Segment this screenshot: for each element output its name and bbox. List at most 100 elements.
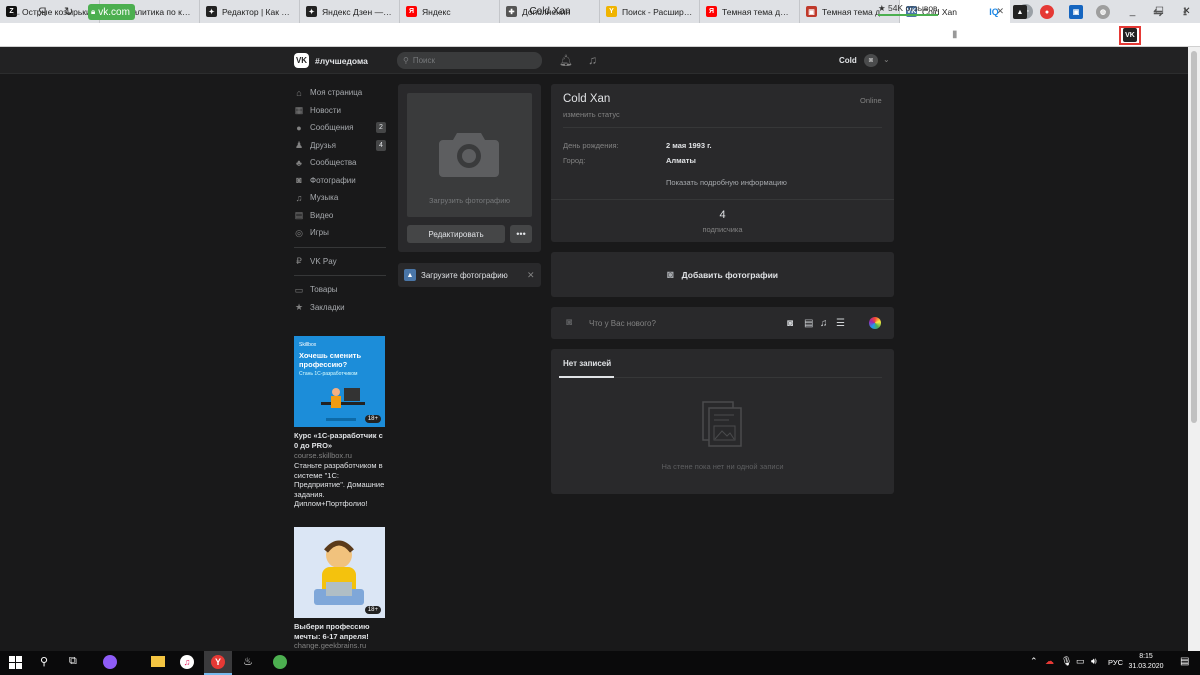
menu-item-label: Друзья bbox=[310, 140, 336, 150]
extension-dark-icon[interactable]: ▲ bbox=[1013, 5, 1027, 19]
menu-item-label: Музыка bbox=[310, 193, 339, 203]
back-icon[interactable]: ← bbox=[10, 5, 22, 19]
vk-hashtag[interactable]: #лучшедома bbox=[315, 56, 368, 66]
globe-icon[interactable]: ◍ bbox=[1096, 5, 1110, 19]
menu-item-communities[interactable]: ♣ Сообщества bbox=[294, 154, 386, 172]
steam-icon[interactable]: ♨ bbox=[243, 655, 253, 668]
translate-icon[interactable]: ⇋ bbox=[1151, 5, 1165, 19]
menu-item-label: Закладки bbox=[310, 302, 345, 312]
attach-video-icon[interactable]: ▤ bbox=[804, 318, 813, 329]
menu-item-label: Сообщества bbox=[310, 158, 357, 168]
chevron-down-icon[interactable]: ⌄ bbox=[883, 55, 890, 64]
extension-blue-icon[interactable]: ▣ bbox=[1069, 5, 1083, 19]
color-palette-icon[interactable] bbox=[869, 317, 881, 329]
task-view-icon[interactable]: ⧉ bbox=[69, 655, 77, 668]
vk-extension-icon[interactable]: VK bbox=[1123, 28, 1137, 42]
music-player-icon[interactable]: ♫ bbox=[588, 53, 597, 67]
tab-no-posts[interactable]: Нет записей bbox=[563, 359, 611, 368]
ad-domain[interactable]: course.skillbox.ru bbox=[294, 451, 386, 461]
notifications-icon[interactable]: ▤ bbox=[1180, 656, 1189, 667]
close-icon[interactable]: ✕ bbox=[527, 270, 535, 281]
app-globe-icon[interactable] bbox=[273, 655, 287, 669]
photos-icon: ◙ bbox=[296, 175, 302, 186]
user-menu-name[interactable]: Cold bbox=[839, 56, 857, 65]
file-explorer-icon[interactable] bbox=[151, 656, 165, 667]
menu-item-games[interactable]: ◎ Игры bbox=[294, 224, 386, 242]
avatar[interactable]: ◙ bbox=[864, 54, 878, 67]
ad-description[interactable]: Станьте разработчиком в системе "1С: Пре… bbox=[294, 461, 386, 509]
add-photos-card[interactable]: ◙ Добавить фотографии bbox=[551, 252, 894, 297]
vk-logo[interactable]: VK bbox=[294, 53, 309, 68]
tab-3[interactable]: ✦ Яндекс Дзен — пер bbox=[300, 0, 400, 23]
tab-6[interactable]: Y Поиск - Расширени bbox=[600, 0, 700, 23]
microphone-icon[interactable]: 🎙︎ bbox=[1061, 656, 1072, 667]
menu-item-friends[interactable]: ♟ Друзья 4 bbox=[294, 137, 386, 155]
volume-icon[interactable]: 🔊︎ bbox=[1091, 656, 1097, 667]
subscribers-count[interactable]: 4 bbox=[551, 209, 894, 221]
upload-photo-label: Загрузить фотографию bbox=[428, 196, 511, 205]
download-icon[interactable]: ⭳ bbox=[1178, 5, 1192, 19]
itunes-icon[interactable]: ♫ bbox=[180, 655, 194, 669]
windows-start-icon[interactable] bbox=[9, 656, 22, 669]
language-indicator[interactable]: РУС bbox=[1108, 658, 1123, 667]
menu-item-video[interactable]: ▤ Видео bbox=[294, 207, 386, 225]
attach-music-icon[interactable]: ♫ bbox=[820, 318, 828, 329]
subscribers-label[interactable]: подписчика bbox=[551, 225, 894, 234]
change-status-link[interactable]: изменить статус bbox=[563, 110, 620, 119]
more-actions-button[interactable]: ••• bbox=[510, 225, 532, 243]
record-extension-icon[interactable]: ● bbox=[1040, 5, 1054, 19]
attach-text-icon[interactable]: ☰ bbox=[836, 318, 845, 329]
menu-item-label: Сообщения bbox=[310, 123, 354, 133]
iq-extension-icon[interactable]: IQ bbox=[986, 5, 1002, 19]
bookmark-icon[interactable]: ▮ bbox=[952, 29, 958, 40]
home-icon: ⌂ bbox=[296, 87, 302, 98]
ad-title[interactable]: Выбери профессию мечты: 6-17 апреля! bbox=[294, 622, 386, 641]
menu-item-label: Видео bbox=[310, 210, 334, 220]
url-field[interactable]: 🔒︎ vk.com bbox=[88, 4, 135, 20]
search-input[interactable] bbox=[412, 56, 533, 65]
tab-4[interactable]: Я Яндекс bbox=[400, 0, 500, 23]
menu-item-bookmarks[interactable]: ★ Закладки bbox=[294, 299, 386, 317]
tab-2[interactable]: ✦ Редактор | Как сде bbox=[200, 0, 300, 23]
city-value[interactable]: Алматы bbox=[666, 156, 696, 165]
menu-count-badge: 2 bbox=[376, 122, 386, 133]
menu-item-photos[interactable]: ◙ Фотографии bbox=[294, 172, 386, 190]
minimize-button[interactable]: _ bbox=[1119, 0, 1146, 23]
ad-image-skillbox[interactable]: Skillbox Хочешь сменить профессию? Стань… bbox=[294, 336, 385, 427]
menu-item-goods[interactable]: ▭ Товары bbox=[294, 281, 386, 299]
ad-domain[interactable]: change.geekbrains.ru bbox=[294, 641, 386, 651]
attach-photo-icon[interactable]: ◙ bbox=[787, 318, 793, 329]
birthday-value[interactable]: 2 мая 1993 г. bbox=[666, 141, 712, 150]
friends-icon: ♟ bbox=[294, 140, 304, 151]
vk-search[interactable]: ⚲ bbox=[397, 52, 542, 69]
reload-icon[interactable]: ↻ bbox=[64, 5, 73, 19]
clock-date[interactable]: 31.03.2020 bbox=[1126, 663, 1166, 670]
menu-divider bbox=[294, 246, 386, 248]
alice-icon[interactable] bbox=[103, 655, 117, 669]
communities-icon: ♣ bbox=[296, 157, 302, 168]
show-more-info-link[interactable]: Показать подробную информацию bbox=[666, 178, 787, 187]
post-input[interactable]: Что у Вас нового? bbox=[589, 319, 656, 328]
upload-photo-banner[interactable]: ▲ Загрузите фотографию bbox=[398, 263, 541, 287]
network-icon[interactable]: ▭ bbox=[1076, 656, 1085, 667]
menu-item-music[interactable]: ♫ Музыка bbox=[294, 189, 386, 207]
menu-item-news[interactable]: ▦ Новости bbox=[294, 102, 386, 120]
taskbar-yandex-active[interactable]: Y bbox=[204, 651, 232, 675]
bell-icon[interactable]: 🔔︎ bbox=[559, 54, 573, 67]
scrollbar-thumb[interactable] bbox=[1191, 51, 1197, 423]
edit-profile-button[interactable]: Редактировать bbox=[407, 225, 505, 243]
yandex-logo-icon[interactable]: Я bbox=[38, 5, 47, 19]
scrollbar[interactable] bbox=[1188, 47, 1200, 651]
taskbar-search-icon[interactable]: ⚲ bbox=[40, 655, 48, 668]
ad-image-geekbrains[interactable]: 18+ bbox=[294, 527, 385, 618]
menu-item-vkpay[interactable]: ₽ VK Pay bbox=[294, 253, 386, 271]
tab-7[interactable]: Я Темная тема для В bbox=[700, 0, 800, 23]
reviews-badge[interactable]: ★ 54K отзывов bbox=[878, 3, 938, 16]
tray-chevron-icon[interactable]: ⌃ bbox=[1030, 656, 1038, 667]
clock-time[interactable]: 8:15 bbox=[1126, 653, 1166, 660]
menu-item-home[interactable]: ⌂ Моя страница bbox=[294, 84, 386, 102]
yandex-browser-icon: Y bbox=[606, 6, 617, 17]
ad-title[interactable]: Курс «1С-разработчик с 0 до PRO» bbox=[294, 431, 386, 450]
tray-cloud-icon[interactable]: ☁ bbox=[1045, 656, 1054, 667]
menu-item-messages[interactable]: ● Сообщения 2 bbox=[294, 119, 386, 137]
